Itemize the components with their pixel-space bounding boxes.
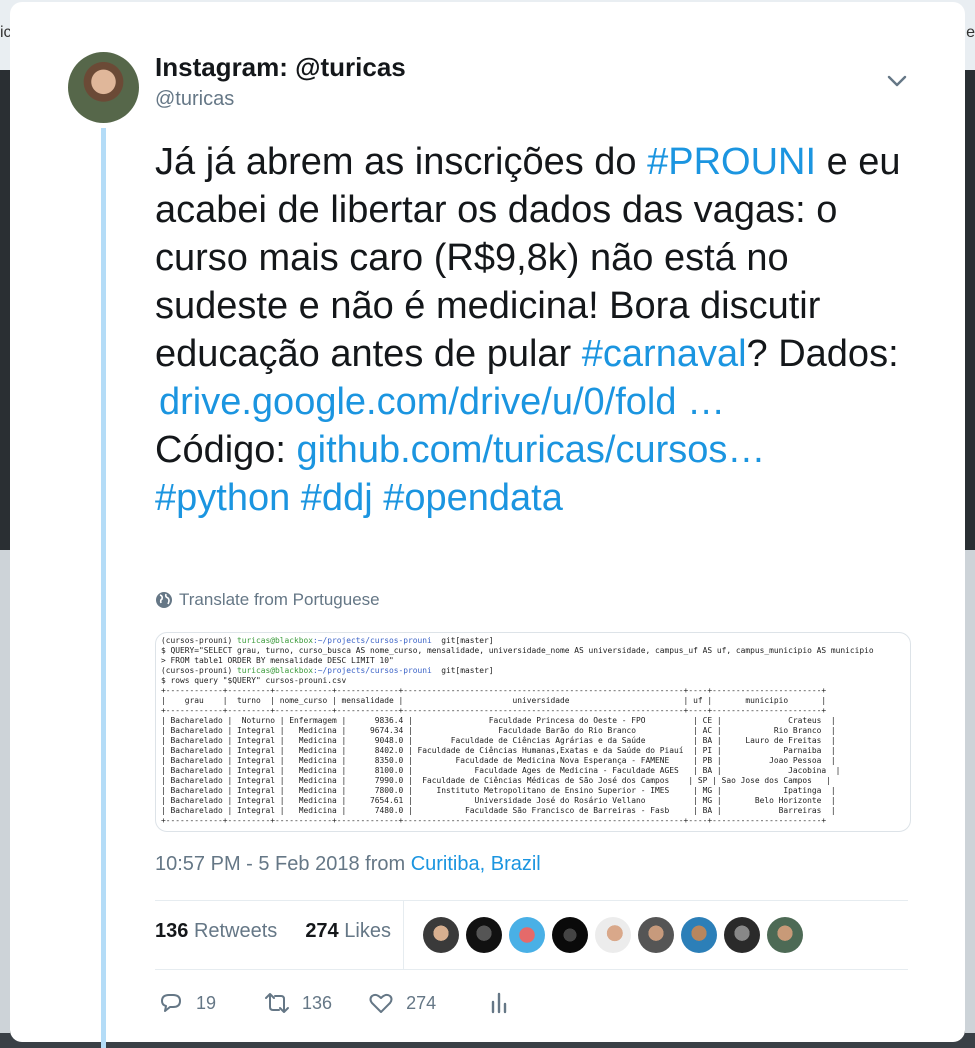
retweet-count: 136 [302,992,333,1013]
hashtag-ddj[interactable]: #ddj [301,477,373,519]
tweet-modal: Instagram: @turicas @turicas Já já abrem… [10,2,965,1048]
analytics-button[interactable] [486,990,512,1016]
like-icon [369,993,393,1013]
globe-icon [156,592,172,608]
background-panel-right [965,550,975,1033]
background-text-right: e [966,24,975,41]
reply-icon [161,994,181,1012]
tweet-text: Já já abrem as inscrições do #PROUNI e e… [155,138,915,522]
tweet-actions: 19 136 274 [158,990,512,1016]
liker-avatar[interactable] [595,917,631,953]
avatar[interactable] [68,52,139,123]
liker-avatar[interactable] [681,917,717,953]
liker-avatar[interactable] [767,917,803,953]
terminal-git: git[master] [431,666,494,675]
tweet-text-part: Código: [155,429,297,471]
terminal-user: turicas@blackbox [237,636,314,645]
tweet-image[interactable]: (cursos-prouni) turicas@blackbox:~/proje… [155,632,911,832]
tweet-text-part: ? Dados: [746,333,899,375]
likes-label: Likes [344,920,391,942]
stats-divider [403,900,404,970]
likes-count: 274 [305,920,339,942]
liker-avatar[interactable] [509,917,545,953]
like-button[interactable]: 274 [368,990,436,1016]
retweets-stat[interactable]: 136 Retweets [155,920,277,943]
terminal-line: $ rows query "$QUERY" cursos-prouni.csv [161,676,347,685]
tweet-stats: 136 Retweets 274 Likes [155,920,391,943]
liker-avatar[interactable] [466,917,502,953]
user-handle[interactable]: @turicas [155,88,234,111]
display-name[interactable]: Instagram: @turicas [155,52,406,83]
link-drive[interactable]: drive.google.com/drive/u/0/fold … [155,381,725,423]
timestamp-time[interactable]: 10:57 PM - 5 Feb 2018 [155,853,360,875]
retweet-icon [265,993,290,1013]
thread-line [101,128,106,1048]
terminal-screenshot: (cursos-prouni) turicas@blackbox:~/proje… [161,636,874,826]
terminal-prompt: (cursos-prouni) [161,636,238,645]
location-link[interactable]: Curitiba, Brazil [411,853,541,875]
hashtag-carnaval[interactable]: #carnaval [582,333,747,375]
divider [155,969,908,970]
terminal-user: turicas@blackbox [237,666,314,675]
translate-button[interactable]: Translate from Portuguese [155,590,380,610]
reply-count: 19 [196,992,217,1013]
tweet-text-part: Já já abrem as inscrições do [155,141,648,183]
timestamp-from: from [359,853,411,875]
retweets-label: Retweets [193,920,278,942]
liker-avatars [423,917,803,953]
background-image-right [965,70,975,550]
reply-button[interactable]: 19 [158,990,216,1016]
tweet-timestamp: 10:57 PM - 5 Feb 2018 from Curitiba, Bra… [155,853,541,876]
terminal-line: > FROM table1 ORDER BY mensalidade DESC … [161,656,394,665]
link-github[interactable]: github.com/turicas/cursos… [297,429,766,471]
retweets-count: 136 [155,920,189,942]
hashtag-prouni[interactable]: #PROUNI [647,141,816,183]
like-count: 274 [406,992,437,1013]
terminal-path: :~/projects/cursos-prouni [313,666,432,675]
terminal-prompt: (cursos-prouni) [161,666,238,675]
terminal-line: $ QUERY="SELECT grau, turno, curso_busca… [161,646,874,655]
liker-avatar[interactable] [423,917,459,953]
background-panel-left [0,550,10,1033]
chevron-down-icon[interactable] [886,70,908,92]
divider [155,900,908,901]
liker-avatar[interactable] [724,917,760,953]
liker-avatar[interactable] [552,917,588,953]
hashtag-opendata[interactable]: #opendata [383,477,563,519]
terminal-git: git[master] [431,636,494,645]
retweet-button[interactable]: 136 [264,990,332,1016]
liker-avatar[interactable] [638,917,674,953]
terminal-path: :~/projects/cursos-prouni [313,636,432,645]
background-image-left [0,70,10,550]
likes-stat[interactable]: 274 Likes [305,920,391,943]
hashtag-python[interactable]: #python [155,477,290,519]
terminal-table: +------------+---------+------------+---… [161,686,841,825]
translate-label: Translate from Portuguese [179,590,380,609]
analytics-icon [491,992,507,1014]
